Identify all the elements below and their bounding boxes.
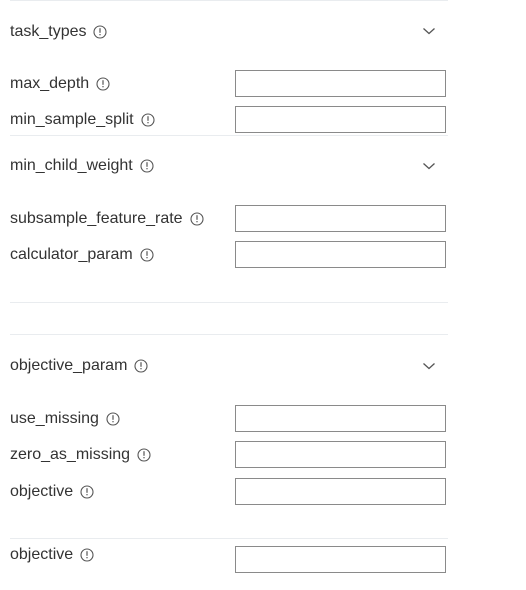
info-icon[interactable] [141,113,155,127]
info-icon[interactable] [80,485,94,499]
divider [10,135,448,136]
info-icon[interactable] [190,212,204,226]
field-label: min_child_weight [10,157,133,174]
field-label: max_depth [10,75,90,92]
info-icon[interactable] [134,359,148,373]
field-label: calculator_param [10,246,133,263]
calculator-param-input[interactable] [235,241,446,268]
info-icon[interactable] [80,548,94,562]
info-icon[interactable] [140,248,154,262]
field-label: objective_param [10,357,128,374]
field-row-objective: objective [10,544,94,566]
field-label: min_sample_split [10,111,134,128]
info-icon[interactable] [137,448,151,462]
chevron-down-icon[interactable] [422,26,436,36]
divider [10,334,448,335]
divider [10,0,448,1]
field-row-max-depth: max_depth [10,73,110,95]
max-depth-input[interactable] [235,70,446,97]
field-row-use-missing: use_missing [10,408,120,430]
field-row-objective-param: objective_param [10,355,148,377]
divider [10,538,448,539]
field-label: objective [10,546,74,563]
subsample-feature-rate-input[interactable] [235,205,446,232]
field-row-objective: objective [10,481,94,503]
field-row-calculator-param: calculator_param [10,244,154,266]
info-icon[interactable] [106,412,120,426]
info-icon[interactable] [93,25,108,39]
min-sample-split-input[interactable] [235,106,446,133]
field-label: task_types [10,23,87,40]
objective-input[interactable] [235,478,446,505]
zero-as-missing-input[interactable] [235,441,446,468]
field-row-min-sample-split: min_sample_split [10,109,155,131]
field-label: subsample_feature_rate [10,210,183,227]
chevron-down-icon[interactable] [422,361,436,371]
info-icon[interactable] [140,159,154,173]
use-missing-input[interactable] [235,405,446,432]
chevron-down-icon[interactable] [422,161,436,171]
divider [10,302,448,303]
field-label: use_missing [10,410,99,427]
field-row-zero-as-missing: zero_as_missing [10,444,151,466]
field-row-min-child-weight: min_child_weight [10,155,154,177]
field-row-task-types: task_types [10,21,108,43]
objective-input[interactable] [235,546,446,573]
field-label: zero_as_missing [10,446,131,463]
field-row-subsample-feature-rate: subsample_feature_rate [10,208,204,230]
field-label: objective [10,483,74,500]
info-icon[interactable] [96,77,110,91]
